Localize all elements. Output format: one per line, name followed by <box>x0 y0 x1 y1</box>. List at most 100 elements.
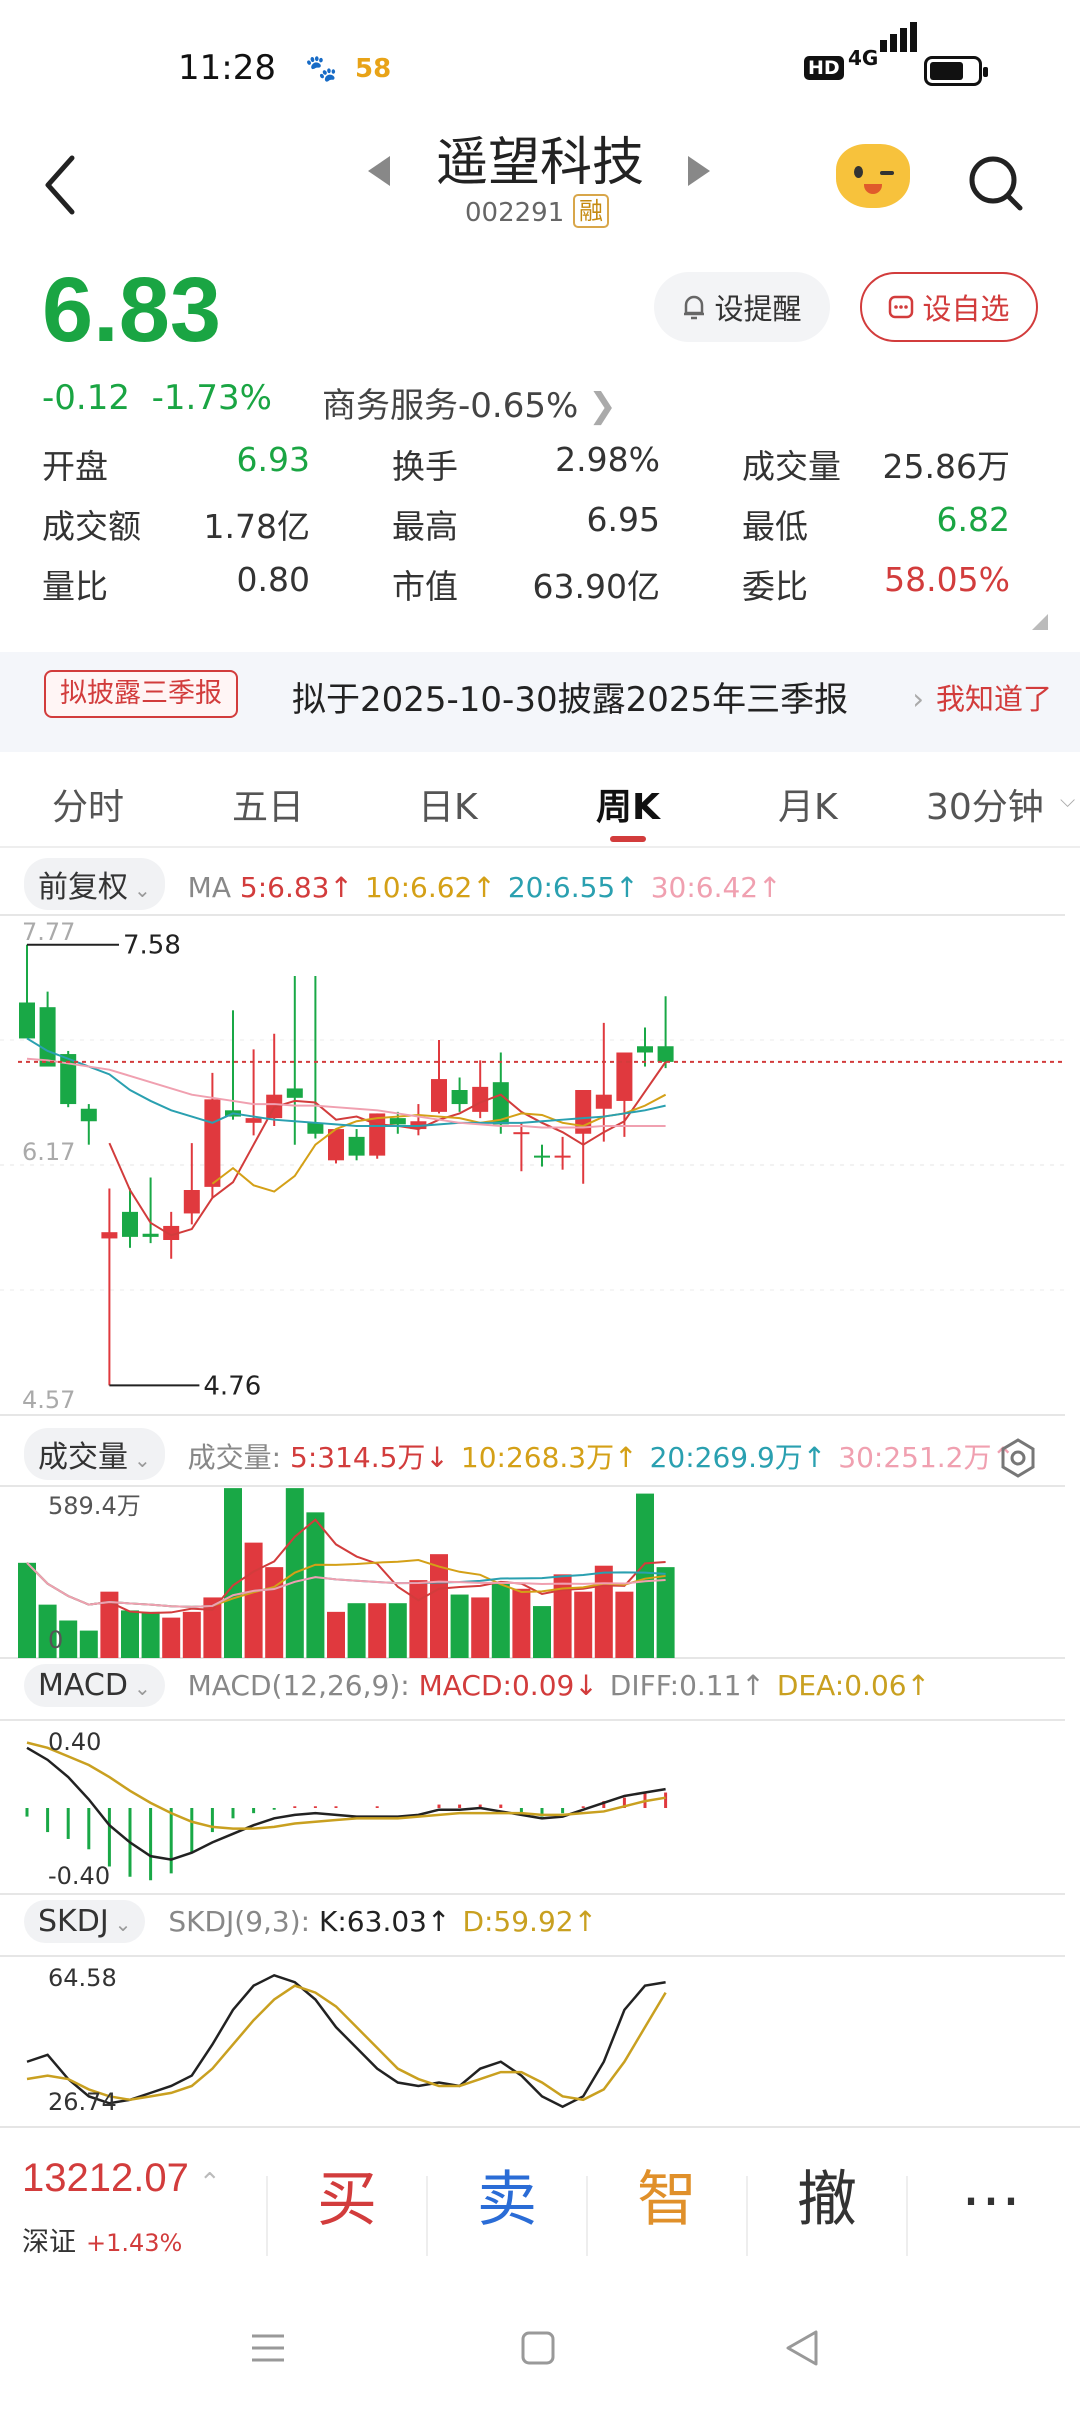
settings-icon[interactable] <box>1000 1438 1036 1478</box>
volume-legend: 成交量 ⌄ 成交量: 5:314.5万↓ 10:268.3万↑ 20:269.9万↑ 3… <box>24 1428 1027 1480</box>
index-ticker[interactable]: 13212.07 ⌃ <box>22 2156 221 2201</box>
candle-body <box>513 1132 530 1135</box>
skdj-chart[interactable]: 64.58 26.74 <box>0 1954 1080 2126</box>
candle-body <box>39 1007 56 1067</box>
candle-body <box>348 1136 365 1156</box>
sell-button[interactable]: 卖 <box>428 2150 586 2250</box>
skdj-axis-bottom: 26.74 <box>48 2088 117 2116</box>
menu-icon[interactable] <box>248 2328 288 2368</box>
candle-body <box>554 1155 571 1158</box>
macd-value: MACD:0.09↓ <box>418 1669 598 1702</box>
volume-bar <box>224 1488 242 1658</box>
search-icon[interactable] <box>966 148 1026 218</box>
hd-icon: HD <box>804 56 844 80</box>
stat-label: 最低 <box>742 507 808 546</box>
status-time: 11:28 <box>178 48 276 88</box>
chevron-down-icon: ⌄ <box>134 1448 151 1472</box>
volume-ma-value: 20:269.9万↑ <box>649 1441 827 1474</box>
home-icon[interactable] <box>518 2328 558 2368</box>
sector-link[interactable]: 商务服务-0.65% ❯ <box>322 378 617 427</box>
high-price-label: 7.58 <box>123 931 181 961</box>
volume-chart[interactable]: 589.4万 0 <box>0 1484 1080 1660</box>
add-watchlist-button[interactable]: 设自选 <box>860 272 1038 342</box>
axis-bottom-label: 4.57 <box>22 1386 75 1414</box>
chevron-down-icon[interactable]: ⌵ <box>1060 788 1075 812</box>
tab-minute[interactable]: 分时 <box>52 778 124 830</box>
candle-body <box>431 1079 447 1112</box>
volume-bar <box>265 1567 284 1658</box>
divider <box>0 846 1080 848</box>
skdj-dropdown[interactable]: SKDJ ⌄ <box>24 1900 146 1943</box>
stat-value: 2.98% <box>555 440 660 479</box>
tab-weekly-k[interactable]: 周K <box>596 778 660 830</box>
volume-ma-values: 5:314.5万↓ 10:268.3万↑ 20:269.9万↑ 30:251.2万↑ <box>290 1441 1027 1474</box>
axis-mid-label: 6.17 <box>22 1138 75 1166</box>
period-tabs: 分时 五日 日K 周K 月K 30分钟 ⌵ <box>0 770 1080 842</box>
volume-bar <box>574 1591 593 1658</box>
macd-chart[interactable]: 0.40 -0.40 <box>0 1718 1080 1896</box>
dismiss-button[interactable]: › 我知道了 <box>912 676 1052 718</box>
macd-axis-top: 0.40 <box>48 1728 101 1756</box>
set-alert-button[interactable]: 设提醒 <box>654 272 830 342</box>
index-name: 深证 <box>22 2227 76 2258</box>
stat-label: 委比 <box>742 567 808 606</box>
bell-icon <box>684 295 705 320</box>
volume-bar <box>450 1594 469 1658</box>
candle-body <box>451 1090 468 1105</box>
disclosure-banner[interactable]: 拟披露三季报 拟于2025-10-30披露2025年三季报 › 我知道了 <box>0 652 1080 752</box>
skdj-value: K:63.03↑ <box>319 1905 451 1938</box>
volume-label: 成交量 <box>38 1440 128 1475</box>
tab-five-day[interactable]: 五日 <box>232 778 304 830</box>
volume-bar <box>141 1611 160 1658</box>
candle-body <box>286 1088 303 1098</box>
paw-app-icon: 🐾 <box>305 54 338 84</box>
stat-label: 最高 <box>392 507 458 546</box>
volume-bar <box>512 1588 531 1658</box>
disclosure-tag: 拟披露三季报 <box>44 670 238 718</box>
stat-label: 市值 <box>392 567 458 606</box>
more-button[interactable]: ⋯ <box>912 2150 1070 2250</box>
mascot-icon[interactable] <box>836 144 910 208</box>
stat-value: 6.95 <box>586 500 660 539</box>
ma-value: 10:6.62↑ <box>364 871 496 904</box>
next-stock-arrow-icon[interactable] <box>688 156 710 186</box>
back-icon[interactable] <box>782 2326 822 2370</box>
volume-bar <box>18 1562 36 1658</box>
chevron-right-icon: ❯ <box>588 386 617 426</box>
macd-axis-bottom: -0.40 <box>48 1862 110 1890</box>
stat-value: 25.86万 <box>882 447 1010 486</box>
corner-expand-icon[interactable] <box>1030 612 1050 632</box>
buy-button[interactable]: 买 <box>268 2150 426 2250</box>
chevron-down-icon: ⌄ <box>114 1912 132 1936</box>
volume-bar <box>471 1597 490 1658</box>
kline-legend: 前复权 ⌄ MA 5:6.83↑ 10:6.62↑ 20:6.55↑ 30:6.42↑ <box>24 858 794 910</box>
tab-daily-k[interactable]: 日K <box>418 778 478 830</box>
active-tab-indicator <box>610 836 646 842</box>
cancel-order-button[interactable]: 撤 <box>748 2150 906 2250</box>
skdj-label: SKDJ <box>38 1904 109 1939</box>
volume-bar <box>79 1630 98 1658</box>
kline-chart[interactable]: 7.77 6.17 4.57 7.58 4.76 <box>0 910 1080 1420</box>
volume-bar <box>615 1591 634 1658</box>
index-value: 13212.07 <box>22 2156 189 2200</box>
stock-header: 遥望科技 002291 融 <box>0 120 1080 250</box>
macd-dropdown[interactable]: MACD ⌄ <box>24 1664 165 1707</box>
skdj-axis-top: 64.58 <box>48 1964 117 1992</box>
candle-body <box>657 1046 674 1062</box>
set-alert-label: 设提醒 <box>714 292 802 326</box>
index-change: +1.43% <box>86 2229 183 2257</box>
stat-value: 1.78亿 <box>203 507 310 546</box>
skdj-k-line <box>26 1973 666 2109</box>
macd-legend: MACD ⌄ MACD(12,26,9): MACD:0.09↓ DIFF:0.11… <box>24 1664 942 1707</box>
adjust-label: 前复权 <box>38 870 128 905</box>
volume-bar <box>306 1512 325 1658</box>
volume-bar <box>533 1606 551 1658</box>
smart-trade-button[interactable]: 智 <box>588 2150 746 2250</box>
candle-body <box>183 1190 200 1214</box>
stat-value: 63.90亿 <box>532 567 660 606</box>
tab-monthly-k[interactable]: 月K <box>778 778 838 830</box>
adjust-dropdown[interactable]: 前复权 ⌄ <box>24 858 165 910</box>
tab-30min[interactable]: 30分钟 <box>926 778 1044 830</box>
volume-dropdown[interactable]: 成交量 ⌄ <box>24 1428 165 1480</box>
ma-value: 5:6.83↑ <box>239 871 353 904</box>
